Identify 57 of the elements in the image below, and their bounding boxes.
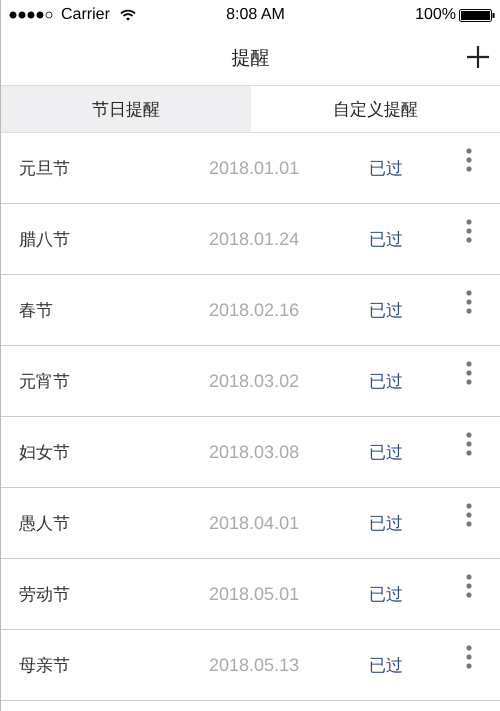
add-button[interactable] [466, 45, 490, 69]
more-button[interactable] [466, 361, 472, 385]
more-button[interactable] [466, 148, 472, 172]
status-label: 已过 [369, 158, 404, 180]
status-label: 已过 [369, 228, 404, 250]
holiday-name: 母亲节 [19, 654, 71, 676]
more-icon [466, 219, 472, 243]
carrier-name: Carrier [61, 6, 110, 24]
status-label: 已过 [369, 654, 404, 676]
reminder-row[interactable]: 劳动节 2018.05.01 已过 [1, 559, 500, 630]
holiday-date: 2018.05.13 [209, 654, 300, 676]
more-button[interactable] [466, 432, 472, 456]
holiday-date: 2018.04.01 [209, 512, 300, 534]
plus-icon [466, 45, 490, 69]
battery-icon [458, 8, 495, 22]
reminder-row[interactable]: 元宵节 2018.03.02 已过 [1, 346, 500, 417]
reminder-row[interactable]: 妇女节 2018.03.08 已过 [1, 417, 500, 488]
reminder-row[interactable]: 愚人节 2018.04.01 已过 [1, 488, 500, 559]
holiday-date: 2018.02.16 [209, 300, 300, 320]
more-icon [466, 503, 472, 527]
status-label: 已过 [369, 370, 404, 392]
holiday-date: 2018.01.24 [209, 228, 300, 250]
more-icon [466, 432, 472, 456]
more-button[interactable] [466, 645, 472, 669]
reminder-row[interactable]: 春节 2018.02.16 已过 [1, 275, 500, 346]
more-button[interactable] [466, 574, 472, 598]
more-button[interactable] [466, 503, 472, 527]
status-label: 已过 [369, 300, 404, 322]
holiday-name: 愚人节 [19, 512, 71, 534]
holiday-date: 2018.03.02 [209, 370, 300, 392]
tab[interactable]: 节日提醒 [1, 86, 250, 132]
holiday-name: 妇女节 [19, 442, 71, 464]
page-title: 提醒 [232, 46, 270, 70]
reminder-row[interactable]: 腊八节 2018.01.24 已过 [1, 204, 500, 275]
reminder-row[interactable]: 元旦节 2018.01.01 已过 [1, 133, 500, 204]
holiday-date: 2018.05.01 [209, 584, 300, 604]
holiday-date: 2018.03.08 [209, 442, 300, 462]
status-label: 已过 [369, 442, 404, 464]
battery-percent: 100% [415, 6, 456, 24]
status-label: 已过 [369, 512, 404, 534]
wifi-icon [120, 9, 136, 21]
holiday-name: 劳动节 [19, 584, 71, 606]
holiday-date: 2018.01.01 [209, 158, 300, 178]
more-icon [466, 148, 472, 172]
reminder-row[interactable]: 母亲节 2018.05.13 已过 [1, 630, 500, 701]
holiday-name: 腊八节 [19, 228, 71, 250]
more-icon [466, 361, 472, 385]
holiday-name: 春节 [19, 300, 54, 322]
more-icon [466, 574, 472, 598]
status-label: 已过 [369, 584, 404, 606]
more-button[interactable] [466, 290, 472, 314]
more-icon [466, 290, 472, 314]
holiday-name: 元旦节 [19, 158, 71, 180]
more-button[interactable] [466, 219, 472, 243]
status-time: 8:08 AM [226, 6, 285, 24]
holiday-name: 元宵节 [19, 370, 71, 392]
more-icon [466, 645, 472, 669]
